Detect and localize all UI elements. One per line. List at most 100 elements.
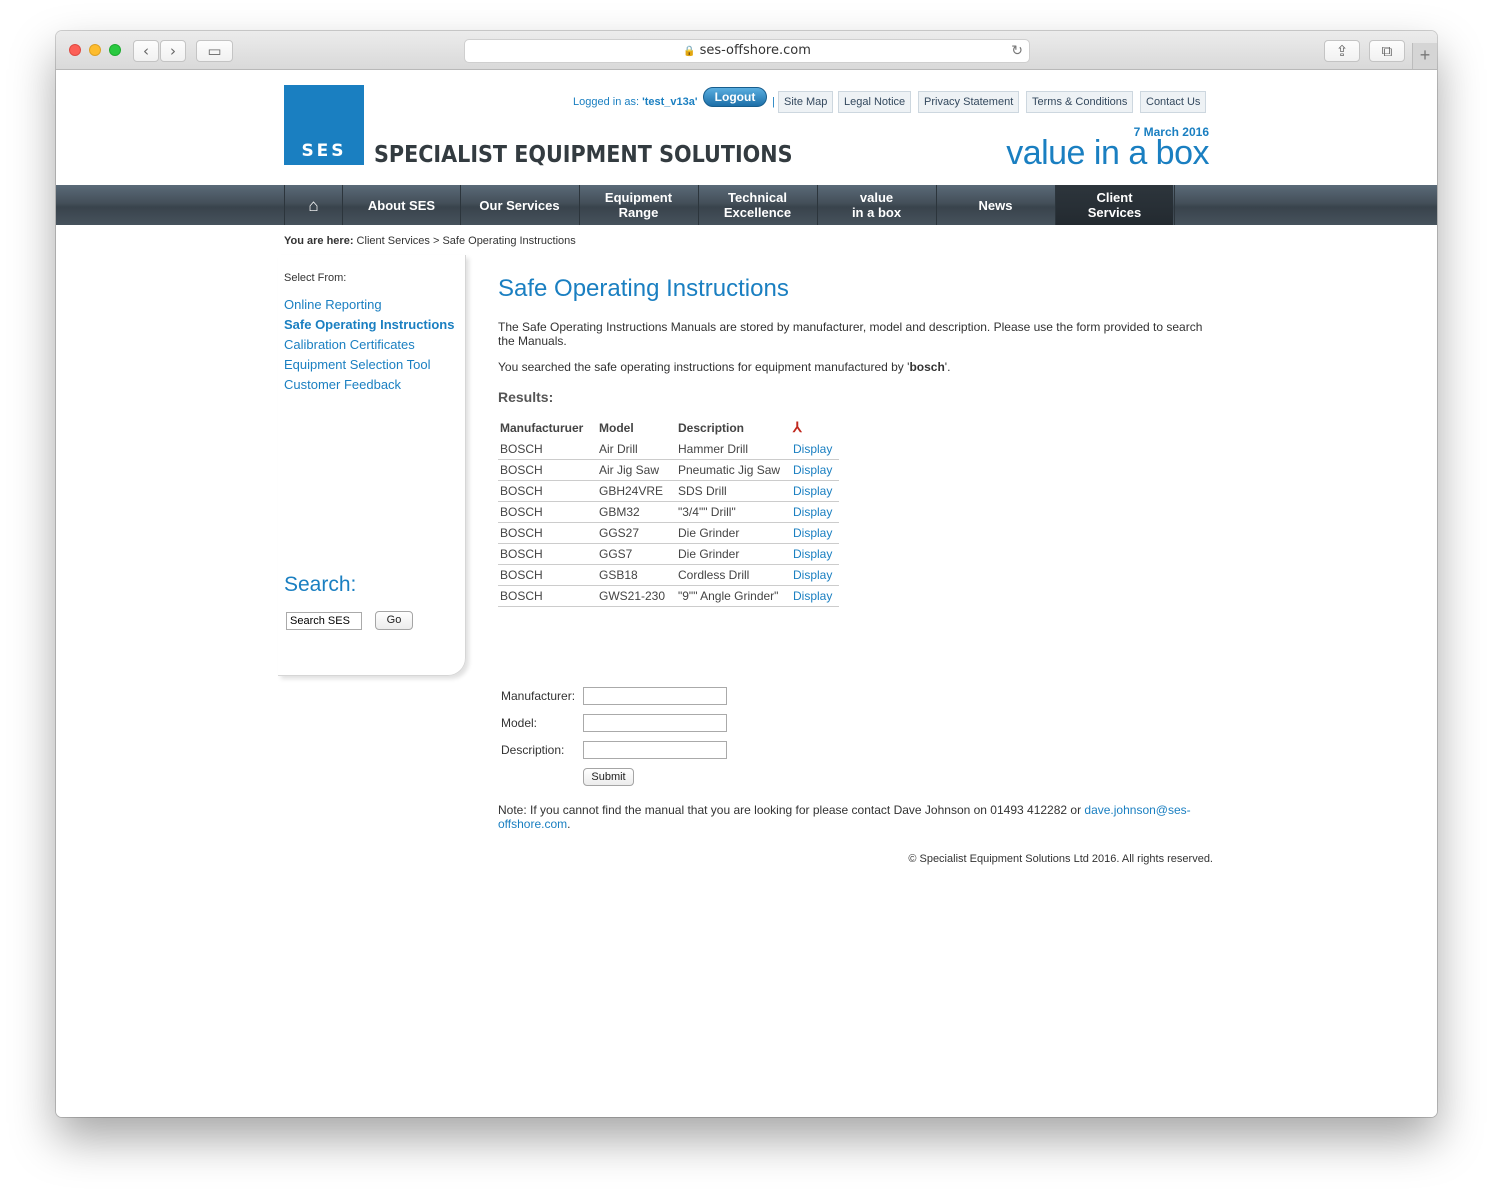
results-heading: Results: xyxy=(498,389,554,405)
page-title: Safe Operating Instructions xyxy=(498,275,789,302)
legal-notice-link[interactable]: Legal Notice xyxy=(838,91,912,113)
model-field[interactable] xyxy=(583,714,727,732)
tabs-icon: ⧉ xyxy=(1381,42,1393,60)
zoom-window-button[interactable] xyxy=(109,44,121,56)
site-search-input[interactable] xyxy=(286,612,362,630)
chevron-left-icon: ‹ xyxy=(143,42,149,60)
cell-manufacturer: BOSCH xyxy=(498,501,597,523)
display-link[interactable]: Display xyxy=(791,480,839,502)
description-field[interactable] xyxy=(583,741,727,759)
nav-technical-excellence[interactable]: Technical Excellence xyxy=(698,185,816,225)
contact-us-link[interactable]: Contact Us xyxy=(1140,91,1207,113)
display-link[interactable]: Display xyxy=(791,459,839,481)
search-go-button[interactable]: Go xyxy=(375,611,413,630)
cell-model: GBH24VRE xyxy=(597,480,676,502)
intro-text: The Safe Operating Instructions Manuals … xyxy=(498,320,1203,348)
back-button[interactable]: ‹ xyxy=(133,40,159,62)
cell-manufacturer: BOSCH xyxy=(498,439,597,460)
cell-model: GSB18 xyxy=(597,564,676,586)
nav-home[interactable]: ⌂ xyxy=(284,185,342,225)
display-link[interactable]: Display xyxy=(791,501,839,523)
cell-manufacturer: BOSCH xyxy=(498,564,597,586)
breadcrumb-path[interactable]: Client Services > Safe Operating Instruc… xyxy=(354,235,576,247)
nav-news[interactable]: News xyxy=(936,185,1054,225)
table-row: BOSCH GSB18 Cordless Drill Display xyxy=(498,564,839,586)
tabs-overview-button[interactable]: ⧉ xyxy=(1369,40,1405,62)
search-term: bosch xyxy=(909,360,945,374)
cell-model: GWS21-230 xyxy=(597,585,676,607)
nav-label: value in a box xyxy=(851,190,902,220)
display-link[interactable]: Display xyxy=(791,522,839,544)
sidebar-item-customer-feedback[interactable]: Customer Feedback xyxy=(284,375,454,395)
sidebar-item-calibration-certificates[interactable]: Calibration Certificates xyxy=(284,335,454,355)
cell-description: Die Grinder xyxy=(676,543,791,565)
cell-manufacturer: BOSCH xyxy=(498,522,597,544)
ses-logo[interactable]: SES xyxy=(284,85,364,165)
logo-text: SES xyxy=(301,141,347,161)
sidebar-icon: ▭ xyxy=(207,42,222,60)
description-label: Description: xyxy=(501,743,565,757)
cell-model: GBM32 xyxy=(597,501,676,523)
browser-toolbar: ‹ › ▭ 🔒 ses-offshore.com ↻ ⇪ ⧉ + xyxy=(56,31,1437,70)
nav-our-services[interactable]: Our Services xyxy=(460,185,578,225)
cell-model: GGS27 xyxy=(597,522,676,544)
new-tab-button[interactable]: + xyxy=(1412,43,1437,69)
table-row: BOSCH Air Drill Hammer Drill Display xyxy=(498,439,839,460)
sidebar-toggle-button[interactable]: ▭ xyxy=(196,40,233,62)
site-map-link[interactable]: Site Map xyxy=(778,91,834,113)
nav-about-ses[interactable]: About SES xyxy=(342,185,460,225)
column-header-manufacturer: Manufacturuer xyxy=(500,420,584,435)
breadcrumb-label: You are here: xyxy=(284,235,354,247)
column-header-model: Model xyxy=(599,420,634,435)
cell-description: Hammer Drill xyxy=(676,439,791,460)
display-link[interactable]: Display xyxy=(791,564,839,586)
manufacturer-field[interactable] xyxy=(583,687,727,705)
nav-label: Equipment Range xyxy=(604,190,673,220)
chevron-right-icon: › xyxy=(170,42,176,60)
table-row: BOSCH GGS27 Die Grinder Display xyxy=(498,522,839,544)
sidebar-item-equipment-selection-tool[interactable]: Equipment Selection Tool xyxy=(284,355,454,375)
sidebar-item-online-reporting[interactable]: Online Reporting xyxy=(284,295,454,315)
share-icon: ⇪ xyxy=(1335,42,1349,60)
display-link[interactable]: Display xyxy=(791,439,839,460)
forward-button[interactable]: › xyxy=(160,40,186,62)
browser-window: ‹ › ▭ 🔒 ses-offshore.com ↻ ⇪ ⧉ + SES SPEC… xyxy=(56,31,1437,1117)
search-summary-prefix: You searched the safe operating instruct… xyxy=(498,360,910,374)
nav-label: News xyxy=(978,197,1013,213)
reload-icon[interactable]: ↻ xyxy=(1011,40,1023,62)
logout-button[interactable]: Logout xyxy=(703,87,767,107)
lock-icon: 🔒 xyxy=(683,46,696,57)
note-end: . xyxy=(567,817,571,831)
close-window-button[interactable] xyxy=(69,44,81,56)
logged-in-prefix: Logged in as: xyxy=(573,96,643,108)
nav-label: Client Services xyxy=(1087,190,1142,220)
cell-description: Pneumatic Jig Saw xyxy=(676,459,791,481)
nav-value-in-a-box[interactable]: value in a box xyxy=(817,185,935,225)
submit-button[interactable]: Submit xyxy=(583,768,634,786)
results-table: Manufacturuer Model Description ⅄ BOSCH A… xyxy=(498,416,839,607)
address-bar[interactable]: 🔒 ses-offshore.com ↻ xyxy=(464,39,1030,63)
terms-conditions-link[interactable]: Terms & Conditions xyxy=(1026,91,1134,113)
note-text: Note: If you cannot find the manual that… xyxy=(498,803,1085,817)
manufacturer-label: Manufacturer: xyxy=(501,689,576,703)
share-button[interactable]: ⇪ xyxy=(1324,40,1360,62)
contact-note: Note: If you cannot find the manual that… xyxy=(498,803,1213,831)
separator: | xyxy=(772,96,775,108)
privacy-statement-link[interactable]: Privacy Statement xyxy=(918,91,1020,113)
select-from-label: Select From: xyxy=(284,272,347,284)
url-text: ses-offshore.com xyxy=(699,43,811,58)
cell-manufacturer: BOSCH xyxy=(498,459,597,481)
pdf-icon: ⅄ xyxy=(793,419,802,435)
web-page: SES SPECIALIST EQUIPMENT SOLUTIONS Logge… xyxy=(56,70,1437,1117)
cell-description: Cordless Drill xyxy=(676,564,791,586)
cell-manufacturer: BOSCH xyxy=(498,543,597,565)
search-heading: Search: xyxy=(284,573,357,596)
cell-description: Die Grinder xyxy=(676,522,791,544)
nav-equipment-range[interactable]: Equipment Range xyxy=(579,185,697,225)
nav-client-services[interactable]: Client Services xyxy=(1055,185,1173,225)
home-icon: ⌂ xyxy=(308,195,319,215)
minimize-window-button[interactable] xyxy=(89,44,101,56)
display-link[interactable]: Display xyxy=(791,543,839,565)
display-link[interactable]: Display xyxy=(791,585,839,607)
sidebar-item-safe-operating-instructions[interactable]: Safe Operating Instructions xyxy=(284,315,454,335)
